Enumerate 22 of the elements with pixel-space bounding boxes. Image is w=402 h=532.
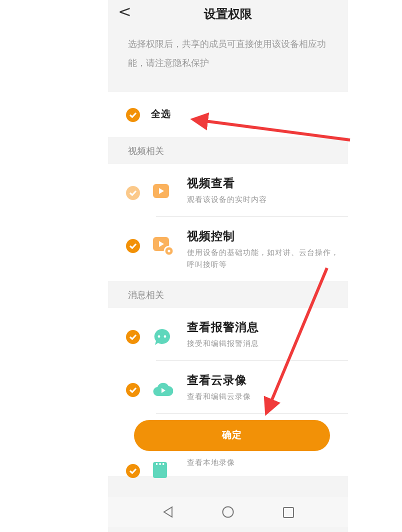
section-header: 视频相关	[127, 146, 165, 159]
notice-text: 选择权限后，共享的成员可直接使用该设备相应功能，请注意隐私保护	[127, 38, 327, 71]
page-title: 设置权限	[204, 6, 252, 22]
section-header: 消息相关	[127, 290, 165, 303]
play-icon	[153, 184, 171, 200]
select-all-label: 全选	[151, 108, 171, 121]
permission-title: 查看报警消息	[187, 320, 260, 335]
checkbox[interactable]	[126, 239, 140, 253]
permission-title: 视频控制	[187, 229, 236, 244]
chat-icon	[153, 328, 171, 346]
recents-nav-icon[interactable]	[282, 506, 294, 518]
play-settings-icon	[153, 237, 174, 256]
permission-title: 视频查看	[187, 176, 236, 191]
permission-title: 查看云录像	[187, 373, 248, 388]
checkbox[interactable]	[126, 330, 140, 344]
back-nav-icon[interactable]	[162, 506, 172, 518]
checkbox[interactable]	[126, 108, 140, 122]
back-button[interactable]: <	[118, 2, 132, 21]
checkbox[interactable]	[126, 383, 140, 397]
cloud-play-icon	[153, 381, 173, 397]
checkbox[interactable]	[126, 464, 140, 478]
home-nav-icon[interactable]	[222, 506, 234, 518]
